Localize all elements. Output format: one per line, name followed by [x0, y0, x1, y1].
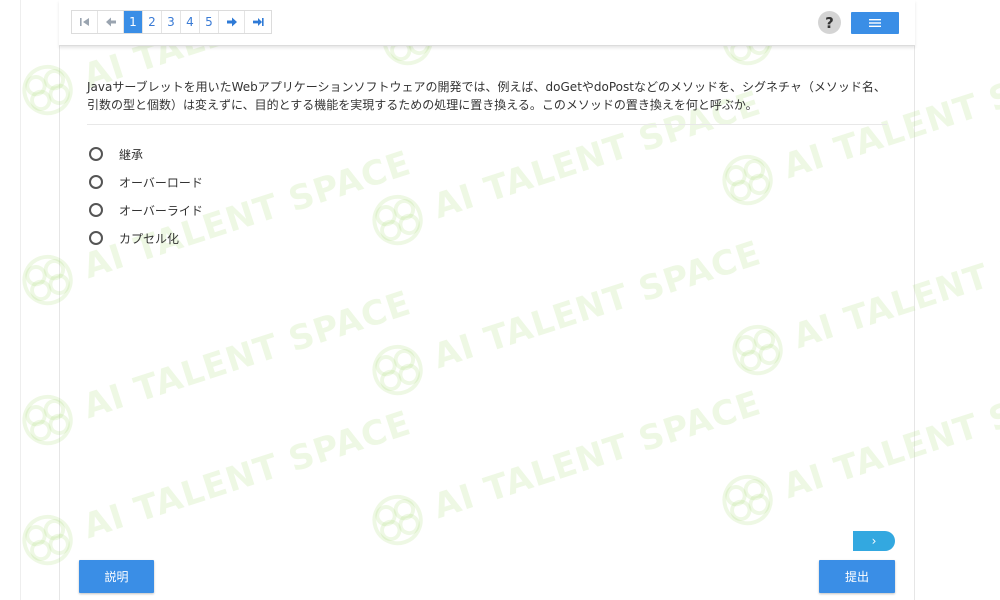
- next-page-button[interactable]: [219, 11, 245, 33]
- page-3-button[interactable]: 3: [162, 11, 181, 33]
- prev-page-icon: [105, 17, 116, 27]
- question-line-1: Javaサーブレットを用いたWebアプリケーションソフトウェアの開発では、例えば…: [87, 80, 886, 94]
- help-icon: ?: [825, 13, 834, 32]
- explain-button[interactable]: 説明: [79, 560, 154, 593]
- question-divider: [87, 124, 887, 125]
- next-question-tab[interactable]: ›: [853, 531, 895, 551]
- question-text: Javaサーブレットを用いたWebアプリケーションソフトウェアの開発では、例えば…: [87, 78, 887, 114]
- answer-options: 継承 オーバーロード オーバーライド カプセル化: [89, 140, 203, 252]
- answer-option-3[interactable]: オーバーライド: [89, 196, 203, 224]
- answer-option-1[interactable]: 継承: [89, 140, 203, 168]
- last-page-button[interactable]: [245, 11, 271, 33]
- option-label: 継承: [119, 147, 144, 162]
- radio-button[interactable]: [89, 175, 103, 189]
- page-1-button[interactable]: 1: [124, 11, 143, 33]
- page-5-button[interactable]: 5: [200, 11, 219, 33]
- answer-option-4[interactable]: カプセル化: [89, 224, 203, 252]
- page-4-button[interactable]: 4: [181, 11, 200, 33]
- menu-button[interactable]: [851, 12, 899, 34]
- submit-button[interactable]: 提出: [819, 560, 895, 593]
- question-line-2: 引数の型と個数）は変えずに、目的とする機能を実現するための処理に置き換える。この…: [87, 98, 758, 112]
- question-pager: 1 2 3 4 5: [71, 10, 272, 34]
- radio-button[interactable]: [89, 203, 103, 217]
- answer-option-2[interactable]: オーバーロード: [89, 168, 203, 196]
- top-toolbar: 1 2 3 4 5 ?: [59, 0, 915, 46]
- last-page-icon: [253, 18, 264, 26]
- page-2-button[interactable]: 2: [143, 11, 162, 33]
- prev-page-button[interactable]: [98, 11, 124, 33]
- help-button[interactable]: ?: [818, 11, 841, 34]
- option-label: オーバーロード: [119, 175, 203, 190]
- menu-list-icon: [869, 19, 881, 27]
- option-label: オーバーライド: [119, 203, 203, 218]
- radio-button[interactable]: [89, 231, 103, 245]
- chevron-right-icon: ›: [871, 534, 877, 548]
- first-page-button[interactable]: [72, 11, 98, 33]
- radio-button[interactable]: [89, 147, 103, 161]
- next-page-icon: [226, 17, 237, 27]
- first-page-icon: [79, 18, 89, 26]
- outer-left-border: [20, 0, 21, 600]
- option-label: カプセル化: [119, 231, 180, 246]
